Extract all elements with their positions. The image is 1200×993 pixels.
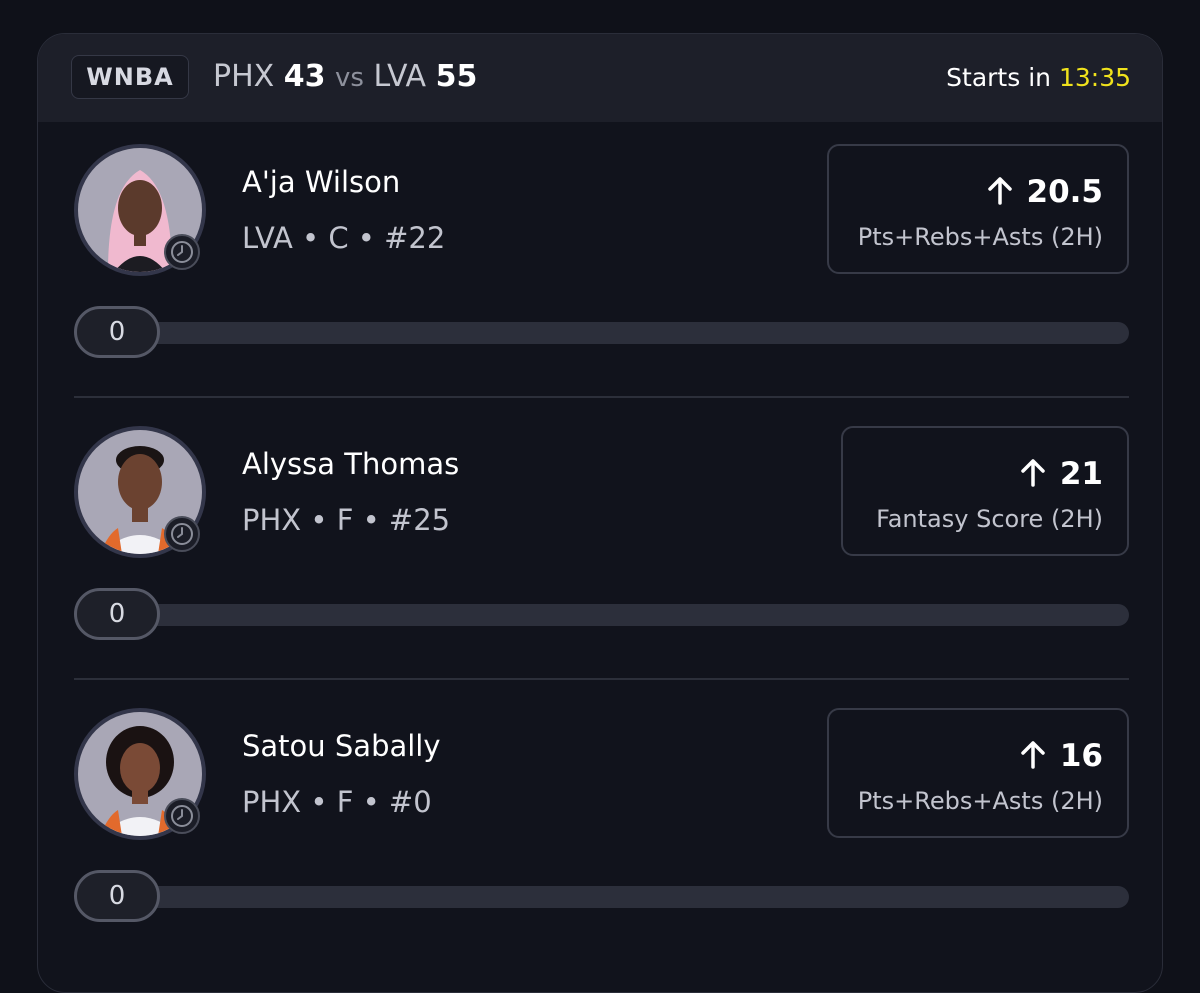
prop-line: 21 [867, 456, 1103, 495]
vs-label: vs [335, 63, 364, 93]
away-team: LVA [373, 59, 427, 94]
clock-icon [164, 516, 200, 552]
player-meta: PHX • F • #0 [242, 785, 432, 819]
progress-value: 0 [74, 588, 160, 640]
prop-line: 20.5 [853, 174, 1103, 213]
player-row[interactable]: Satou Sabally PHX • F • #0 16 Pts+Rebs+A… [38, 686, 1162, 968]
player-row[interactable]: A'ja Wilson LVA • C • #22 20.5 Pts+Rebs+… [38, 122, 1162, 404]
prop-line-box[interactable]: 21 Fantasy Score (2H) [841, 426, 1129, 556]
league-badge: WNBA [71, 55, 189, 99]
player-row[interactable]: Alyssa Thomas PHX • F • #25 21 Fantasy S… [38, 404, 1162, 686]
arrow-up-icon [1020, 739, 1046, 777]
home-team: PHX [213, 59, 275, 94]
prop-line-value: 21 [1059, 456, 1103, 492]
home-score: 43 [283, 59, 326, 94]
progress-track [118, 322, 1129, 344]
prop-line-value: 20.5 [1026, 174, 1104, 210]
game-card: WNBA PHX 43 vs LVA 55 Starts in 13:35 A'… [37, 33, 1163, 993]
progress-track [118, 886, 1129, 908]
progress-track [118, 604, 1129, 626]
player-meta: PHX • F • #25 [242, 503, 451, 537]
game-header: WNBA PHX 43 vs LVA 55 Starts in 13:35 [38, 34, 1162, 122]
progress-value: 0 [74, 306, 160, 358]
arrow-up-icon [987, 175, 1013, 213]
matchup-score: PHX 43 vs LVA 55 [213, 56, 477, 99]
starts-time: 13:35 [1058, 63, 1131, 92]
prop-line-value: 16 [1059, 738, 1103, 774]
arrow-up-icon [1020, 457, 1046, 495]
player-name: Satou Sabally [242, 729, 441, 763]
prop-stat-type: Pts+Rebs+Asts (2H) [857, 787, 1103, 815]
prop-stat-type: Fantasy Score (2H) [876, 505, 1103, 533]
away-score: 55 [435, 59, 478, 94]
prop-stat-type: Pts+Rebs+Asts (2H) [857, 223, 1103, 251]
player-name: Alyssa Thomas [242, 447, 460, 481]
starts-label: Starts in [946, 63, 1051, 92]
row-divider [74, 678, 1129, 680]
player-meta: LVA • C • #22 [242, 221, 446, 255]
prop-line-box[interactable]: 16 Pts+Rebs+Asts (2H) [827, 708, 1129, 838]
clock-icon [164, 798, 200, 834]
start-countdown: Starts in 13:35 [946, 61, 1131, 95]
clock-icon [164, 234, 200, 270]
row-divider [74, 396, 1129, 398]
player-name: A'ja Wilson [242, 165, 401, 199]
prop-line-box[interactable]: 20.5 Pts+Rebs+Asts (2H) [827, 144, 1129, 274]
progress-value: 0 [74, 870, 160, 922]
prop-line: 16 [853, 738, 1103, 777]
